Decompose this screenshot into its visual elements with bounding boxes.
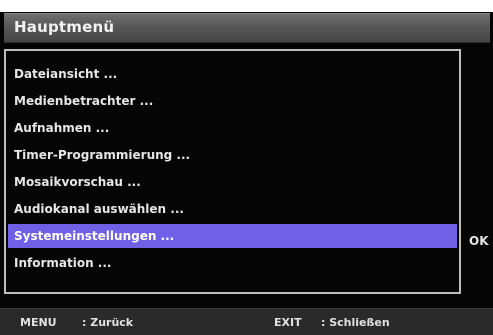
exit-key-label[interactable]: EXIT <box>274 316 302 329</box>
menu-item-aufnahmen[interactable]: Aufnahmen ... <box>6 116 459 140</box>
menu-item-information[interactable]: Information ... <box>6 251 459 275</box>
top-margin <box>0 0 493 12</box>
menu-item-label: Aufnahmen ... <box>14 121 110 135</box>
menu-item-label: Information ... <box>14 256 112 270</box>
menu-item-label: Mosaikvorschau ... <box>14 175 141 189</box>
page-title: Hauptmenü <box>14 18 115 36</box>
close-action-label: : Schließen <box>321 316 390 329</box>
menu-item-dateiansicht[interactable]: Dateiansicht ... <box>6 62 459 86</box>
menu-item-label: Medienbetrachter ... <box>14 94 154 108</box>
menu-item-systemeinstellungen[interactable]: Systemeinstellungen ... <box>8 224 457 248</box>
menu-item-label: Audiokanal auswählen ... <box>14 202 184 216</box>
menu-item-medienbetrachter[interactable]: Medienbetrachter ... <box>6 89 459 113</box>
menu-panel: Dateiansicht ... Medienbetrachter ... Au… <box>4 49 461 294</box>
menu-item-label: Timer-Programmierung ... <box>14 148 191 162</box>
menu-item-audiokanal[interactable]: Audiokanal auswählen ... <box>6 197 459 221</box>
back-action-label: : Zurück <box>82 316 134 329</box>
menu-key-label[interactable]: MENU <box>20 316 57 329</box>
menu-item-mosaikvorschau[interactable]: Mosaikvorschau ... <box>6 170 459 194</box>
menu-item-label: Dateiansicht ... <box>14 67 118 81</box>
menu-item-label: Systemeinstellungen ... <box>14 229 175 243</box>
title-bar: Hauptmenü <box>4 13 490 43</box>
ok-hint: OK <box>469 234 489 248</box>
menu-item-timer-programmierung[interactable]: Timer-Programmierung ... <box>6 143 459 167</box>
menu-list: Dateiansicht ... Medienbetrachter ... Au… <box>6 62 459 278</box>
main-menu-screen: Hauptmenü Dateiansicht ... Medienbetrach… <box>0 12 493 335</box>
footer-hint-bar: MENU : Zurück EXIT : Schließen <box>0 308 493 335</box>
